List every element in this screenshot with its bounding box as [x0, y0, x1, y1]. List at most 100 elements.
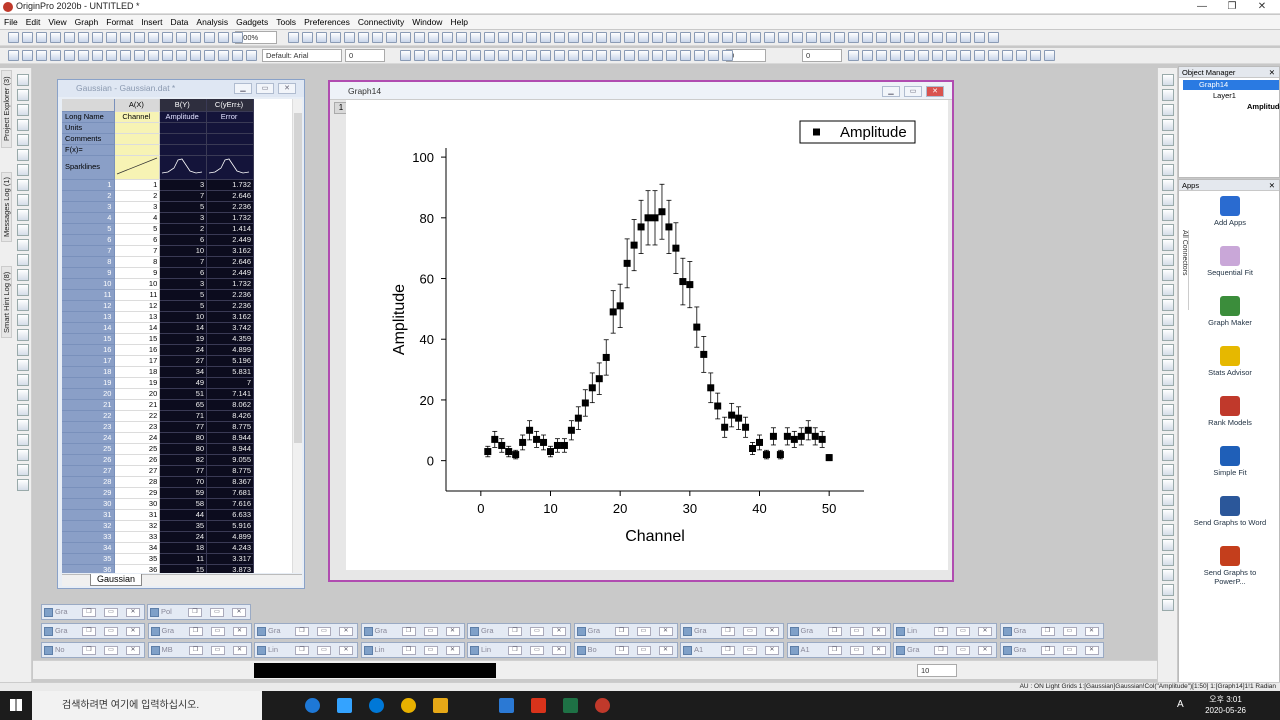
app-item[interactable]: Send Graphs to Word	[1187, 496, 1273, 527]
toolbar-icon[interactable]	[246, 50, 257, 61]
toolbar-icon[interactable]	[764, 32, 775, 43]
workbook-window[interactable]: Gaussian - Gaussian.dat * ▁ ▭ ✕ A(X) B(Y)…	[57, 79, 305, 589]
toolbar-icon[interactable]	[36, 50, 47, 61]
data-cell[interactable]: 7	[114, 245, 161, 257]
table-row[interactable]: 3 3 5 2.236	[62, 201, 254, 213]
toolbar-icon[interactable]	[960, 32, 971, 43]
data-point[interactable]	[714, 402, 722, 410]
toolbar-icon[interactable]	[1002, 50, 1013, 61]
data-cell[interactable]: 6.633	[206, 509, 254, 521]
row-number[interactable]: 9	[62, 267, 116, 279]
data-cell[interactable]: 18	[114, 366, 161, 378]
tool-icon[interactable]	[17, 134, 29, 146]
data-cell[interactable]: 3	[159, 278, 208, 290]
graph-tool-icon[interactable]	[1162, 149, 1174, 161]
data-cell[interactable]: 2.236	[206, 201, 254, 213]
data-point[interactable]	[721, 423, 729, 431]
workbook-close-button[interactable]: ✕	[278, 83, 296, 94]
toolbar-icon[interactable]	[442, 50, 453, 61]
data-point[interactable]	[686, 281, 694, 289]
data-cell[interactable]: 30	[114, 498, 161, 510]
restore-icon[interactable]: ❐	[188, 627, 203, 636]
data-cell[interactable]: 7.681	[206, 487, 254, 499]
data-cell[interactable]: 29	[114, 487, 161, 499]
toolbar-icon[interactable]	[120, 50, 131, 61]
data-cell[interactable]: 3	[114, 201, 161, 213]
taskbar-clock[interactable]: 오후 3:01 2020-05-26	[1205, 694, 1246, 716]
row-number[interactable]: 1	[62, 179, 116, 191]
table-row[interactable]: 19 19 49 7	[62, 377, 254, 389]
tool-icon[interactable]	[17, 344, 29, 356]
table-row[interactable]: 32 32 35 5.916	[62, 520, 254, 532]
menu-tools[interactable]: Tools	[272, 15, 300, 29]
graph-tool-icon[interactable]	[1162, 524, 1174, 536]
tool-icon[interactable]	[17, 209, 29, 221]
maximize-icon[interactable]: ▭	[317, 646, 331, 655]
graph-tool-icon[interactable]	[1162, 569, 1174, 581]
data-point[interactable]	[762, 451, 770, 459]
toolbar-icon[interactable]	[400, 32, 411, 43]
restore-icon[interactable]: ❐	[508, 646, 522, 655]
line-width-combo[interactable]: 0	[802, 49, 842, 62]
graph-tool-icon[interactable]	[1162, 254, 1174, 266]
graph-tool-icon[interactable]	[1162, 359, 1174, 371]
maximize-icon[interactable]: ▭	[210, 627, 225, 636]
x-tick-label[interactable]: 30	[683, 501, 697, 516]
data-cell[interactable]: 10	[114, 278, 161, 290]
row-number[interactable]: 23	[62, 421, 116, 433]
table-row[interactable]: 17 17 27 5.196	[62, 355, 254, 367]
data-cell[interactable]: 49	[159, 377, 208, 389]
menu-connectivity[interactable]: Connectivity	[354, 15, 408, 29]
maximize-icon[interactable]: ▭	[104, 646, 118, 655]
data-cell[interactable]: 14	[114, 322, 161, 334]
y-tick-label[interactable]: 60	[420, 272, 434, 287]
table-row[interactable]: 11 11 5 2.236	[62, 289, 254, 301]
meta-cell[interactable]	[206, 133, 254, 145]
row-number[interactable]: 20	[62, 388, 116, 400]
om-plot-item[interactable]: Amplitude	[1183, 101, 1280, 112]
close-icon[interactable]: ✕	[126, 646, 140, 655]
worksheet-grid[interactable]: A(X) B(Y) C(yErr±) Long Name Channel Amplitud…	[62, 99, 292, 573]
toolbar-icon[interactable]	[680, 50, 691, 61]
meta-cell[interactable]: Amplitude	[159, 111, 208, 123]
toolbar-icon[interactable]	[778, 32, 789, 43]
y-tick-label[interactable]: 100	[412, 150, 434, 165]
table-row[interactable]: 25 25 80 8.944	[62, 443, 254, 455]
data-cell[interactable]: 19	[159, 333, 208, 345]
data-cell[interactable]: 8.944	[206, 432, 254, 444]
data-cell[interactable]: 1	[114, 179, 161, 191]
graph-tool-icon[interactable]	[1162, 119, 1174, 131]
ie-icon[interactable]	[369, 698, 384, 713]
toolbar-icon[interactable]	[554, 50, 565, 61]
sheet-tab-gaussian[interactable]: Gaussian	[90, 574, 143, 586]
data-point[interactable]	[553, 441, 561, 449]
close-icon[interactable]: ✕	[445, 627, 460, 636]
data-cell[interactable]: 35	[159, 520, 208, 532]
tool-icon[interactable]	[17, 449, 29, 461]
close-icon[interactable]: ✕	[765, 646, 779, 655]
toolbar-icon[interactable]	[624, 50, 635, 61]
data-point[interactable]	[679, 278, 687, 286]
tool-icon[interactable]	[17, 254, 29, 266]
x-tick-label[interactable]: 40	[752, 501, 766, 516]
restore-icon[interactable]: ❐	[401, 627, 416, 636]
tool-icon[interactable]	[17, 359, 29, 371]
minimized-window[interactable]: Gra ❐ ▭ ✕	[467, 623, 571, 639]
graph-tool-icon[interactable]	[1162, 224, 1174, 236]
tool-icon[interactable]	[17, 239, 29, 251]
data-point[interactable]	[693, 323, 701, 331]
meta-cell[interactable]: Error	[206, 111, 254, 123]
toolbar-icon[interactable]	[1044, 50, 1055, 61]
graph-tool-icon[interactable]	[1162, 164, 1174, 176]
toolbar-icon[interactable]	[554, 32, 565, 43]
menu-graph[interactable]: Graph	[71, 15, 103, 29]
graph-tool-icon[interactable]	[1162, 374, 1174, 386]
data-point[interactable]	[811, 432, 819, 440]
restore-icon[interactable]: ❐	[934, 646, 948, 655]
tool-icon[interactable]	[17, 299, 29, 311]
row-number[interactable]: 35	[62, 553, 116, 565]
toolbar-icon[interactable]	[750, 32, 761, 43]
row-number[interactable]: 13	[62, 311, 116, 323]
data-cell[interactable]: 58	[159, 498, 208, 510]
y-tick-label[interactable]: 80	[420, 211, 434, 226]
